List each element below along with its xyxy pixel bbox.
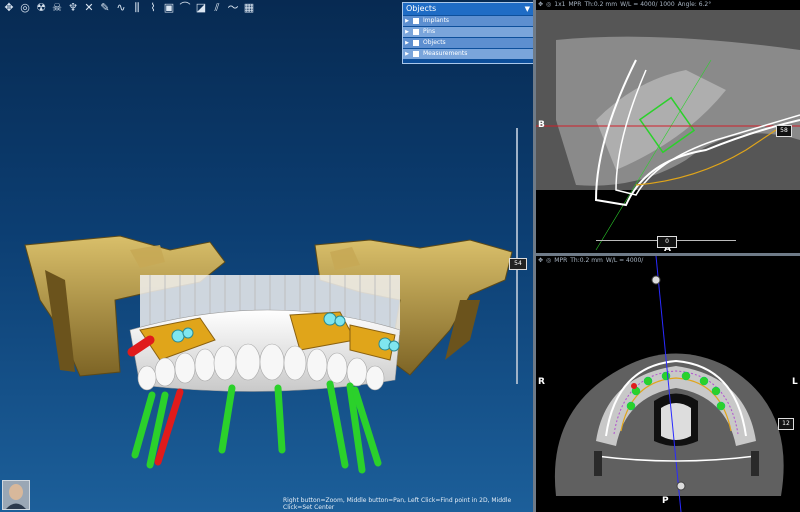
camera-icon[interactable]: ◎	[546, 1, 551, 8]
move-icon[interactable]: ✥	[538, 1, 543, 8]
expand-arrow-icon[interactable]: ▶	[403, 49, 411, 59]
expand-arrow-icon[interactable]: ▶	[403, 38, 411, 48]
objects-panel-header[interactable]: Objects ▼	[403, 3, 533, 15]
mpr-bottom-header: ✥ ◎ MPR Th:0.2 mm W/L = 4000/	[538, 257, 644, 264]
avatar	[2, 480, 30, 510]
objects-item-measurements[interactable]: ▶ Measurements	[403, 49, 533, 59]
mpr-axial-view[interactable]: ✥ ◎ MPR Th:0.2 mm W/L = 4000/ R L P 12	[536, 256, 800, 512]
move-icon[interactable]: ✥	[538, 257, 543, 264]
visibility-checkbox[interactable]	[413, 51, 419, 57]
vertical-slider-handle[interactable]: 12	[778, 418, 794, 430]
visibility-checkbox[interactable]	[413, 29, 419, 35]
jaw-3d-model[interactable]	[0, 0, 533, 512]
vertical-slider-handle[interactable]: 58	[776, 125, 792, 137]
chevron-down-icon[interactable]: ▼	[525, 3, 530, 15]
mpr-top-header: ✥ ◎ 1x1 MPR Th:0.2 mm W/L = 4000/ 1000 A…	[538, 1, 712, 8]
visibility-checkbox[interactable]	[413, 18, 419, 24]
camera-icon[interactable]: ◎	[546, 257, 551, 264]
objects-item-pins[interactable]: ▶ Pins	[403, 27, 533, 37]
mpr-cross-section-view[interactable]: ✥ ◎ 1x1 MPR Th:0.2 mm W/L = 4000/ 1000 A…	[536, 0, 800, 253]
horizontal-slider-handle[interactable]: 0	[657, 236, 677, 248]
slice-slider-handle[interactable]: 54	[509, 258, 527, 270]
expand-arrow-icon[interactable]: ▶	[403, 27, 411, 37]
orientation-label-r: R	[538, 377, 545, 387]
objects-panel: Objects ▼ ▶ Implants ▶ Pins ▶ Objects ▶ …	[402, 2, 534, 64]
slice-slider-track[interactable]	[516, 128, 518, 384]
orientation-label-l: L	[792, 377, 798, 387]
objects-item-objects[interactable]: ▶ Objects	[403, 38, 533, 48]
3d-viewport[interactable]: ✥ ◎ ☢ ☠ ♆ ✕ ✎ ∿ ⫼ ⌇ ▣ ⌒ ◪ ⫽ 〜 ▦ 54 Right…	[0, 0, 533, 512]
expand-arrow-icon[interactable]: ▶	[403, 16, 411, 26]
visibility-checkbox[interactable]	[413, 40, 419, 46]
orientation-label-b: B	[538, 120, 545, 130]
status-bar-text: Right button=Zoom, Middle button=Pan, Le…	[283, 497, 512, 511]
orientation-label-p: P	[662, 496, 669, 506]
objects-item-implants[interactable]: ▶ Implants	[403, 16, 533, 26]
